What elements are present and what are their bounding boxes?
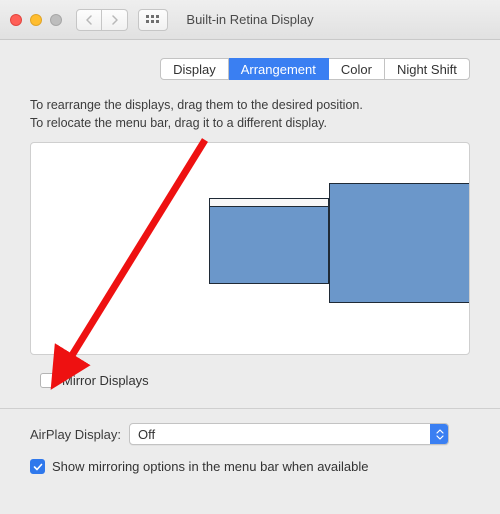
titlebar: Built-in Retina Display bbox=[0, 0, 500, 40]
zoom-window-button[interactable] bbox=[50, 14, 62, 26]
forward-button[interactable] bbox=[102, 9, 128, 31]
tab-color[interactable]: Color bbox=[329, 58, 385, 80]
airplay-display-select[interactable]: Off bbox=[129, 423, 449, 445]
show-all-button[interactable] bbox=[138, 9, 168, 31]
nav-back-forward bbox=[76, 9, 128, 31]
airplay-selected-value: Off bbox=[130, 427, 155, 442]
back-button[interactable] bbox=[76, 9, 102, 31]
menu-bar-indicator[interactable] bbox=[210, 199, 328, 207]
arrangement-instructions: To rearrange the displays, drag them to … bbox=[30, 96, 470, 132]
tab-night-shift[interactable]: Night Shift bbox=[385, 58, 470, 80]
grid-icon bbox=[146, 15, 160, 25]
primary-display-rect[interactable] bbox=[209, 198, 329, 284]
show-mirroring-label: Show mirroring options in the menu bar w… bbox=[52, 459, 369, 474]
chevron-right-icon bbox=[111, 15, 119, 25]
chevron-left-icon bbox=[85, 15, 93, 25]
minimize-window-button[interactable] bbox=[30, 14, 42, 26]
window-title: Built-in Retina Display bbox=[0, 12, 500, 27]
show-mirroring-checkbox[interactable] bbox=[30, 459, 45, 474]
tab-arrangement[interactable]: Arrangement bbox=[229, 58, 329, 80]
select-stepper-icon bbox=[430, 424, 448, 444]
instructions-line-2: To relocate the menu bar, drag it to a d… bbox=[30, 114, 470, 132]
mirror-displays-label: Mirror Displays bbox=[62, 373, 149, 388]
separator bbox=[0, 408, 500, 409]
checkmark-icon bbox=[33, 462, 43, 472]
window-controls bbox=[0, 14, 62, 26]
close-window-button[interactable] bbox=[10, 14, 22, 26]
instructions-line-1: To rearrange the displays, drag them to … bbox=[30, 96, 470, 114]
airplay-display-label: AirPlay Display: bbox=[30, 427, 121, 442]
content-area: Display Arrangement Color Night Shift To… bbox=[0, 40, 500, 474]
display-arrangement-canvas[interactable] bbox=[30, 142, 470, 355]
tab-bar: Display Arrangement Color Night Shift bbox=[0, 58, 500, 80]
secondary-display-rect[interactable] bbox=[329, 183, 470, 303]
mirror-displays-checkbox[interactable] bbox=[40, 373, 55, 388]
tab-display[interactable]: Display bbox=[160, 58, 229, 80]
